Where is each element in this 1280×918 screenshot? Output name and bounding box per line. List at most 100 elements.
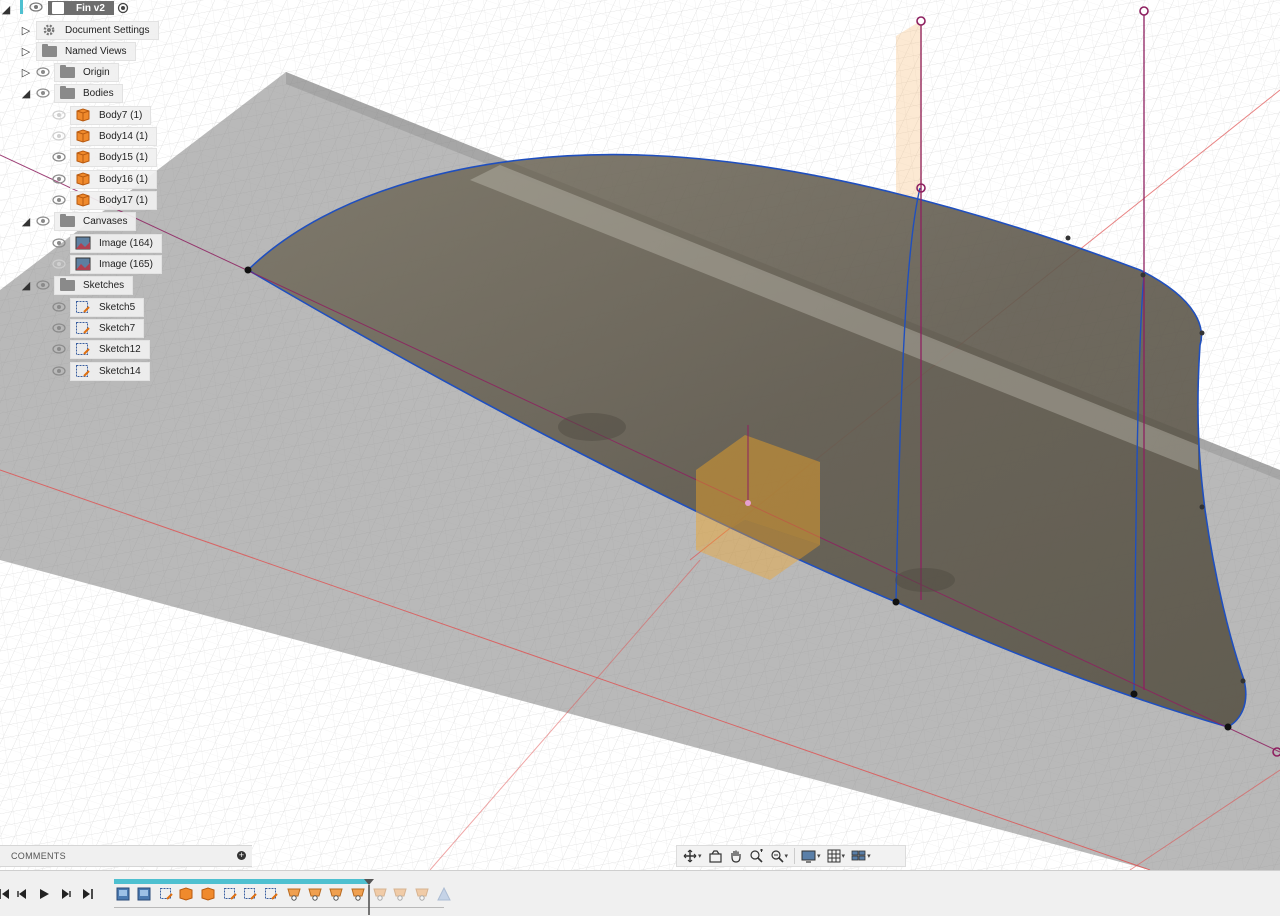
spline-point[interactable] — [1199, 504, 1205, 510]
timeline-feature-loft-icon[interactable] — [373, 887, 387, 901]
spline-point[interactable] — [1199, 330, 1205, 336]
profile-point[interactable] — [1224, 723, 1232, 731]
rail-handle-1[interactable] — [916, 16, 926, 26]
eye-icon[interactable] — [52, 343, 66, 355]
go-to-end-icon[interactable] — [80, 887, 96, 901]
browser-node-sketch12[interactable]: Sketch12 — [52, 339, 150, 359]
browser-node-chip[interactable]: Body16 (1) — [70, 169, 157, 189]
browser-node-bodies[interactable]: ◢ Bodies — [20, 83, 123, 103]
look-at-icon[interactable] — [708, 848, 723, 864]
eye-icon[interactable] — [52, 365, 66, 377]
browser-node-image-165[interactable]: Image (165) — [52, 254, 162, 274]
spline-point[interactable] — [1065, 235, 1071, 241]
browser-node-named-views[interactable]: ▷ Named Views — [20, 41, 136, 61]
eye-icon[interactable] — [52, 237, 66, 249]
browser-node-chip[interactable]: Document Settings — [36, 20, 159, 40]
step-forward-icon[interactable] — [58, 887, 74, 901]
browser-node-chip[interactable]: Named Views — [36, 41, 136, 61]
browser-node-chip[interactable]: Image (164) — [70, 233, 162, 253]
browser-root[interactable]: ◢ — [0, 0, 16, 18]
collapse-icon[interactable]: ◢ — [0, 2, 12, 16]
collapse-icon[interactable]: ◢ — [20, 278, 32, 292]
timeline-feature-sketch-icon[interactable] — [243, 887, 257, 901]
pan-icon[interactable] — [729, 848, 743, 864]
browser-node-body14-1[interactable]: Body14 (1) — [52, 126, 157, 146]
eye-icon[interactable] — [52, 322, 66, 334]
spline-point[interactable] — [1140, 272, 1146, 278]
eye-icon[interactable] — [52, 109, 66, 121]
browser-node-chip[interactable]: Body7 (1) — [70, 105, 152, 125]
expand-icon[interactable]: ▷ — [20, 44, 32, 58]
timeline-progress-track[interactable] — [114, 879, 370, 884]
zoom-window-icon[interactable] — [749, 848, 764, 864]
timeline-feature-loft-icon[interactable] — [308, 887, 322, 901]
step-back-icon[interactable] — [14, 887, 30, 901]
zoom-icon[interactable]: ▾ — [770, 848, 788, 864]
profile-point[interactable] — [892, 598, 900, 606]
viewports-icon[interactable]: ▾ — [851, 848, 871, 864]
browser-node-sketch7[interactable]: Sketch7 — [52, 318, 145, 338]
add-comment-icon[interactable]: + — [237, 851, 246, 860]
browser-node-chip[interactable]: Body15 (1) — [70, 147, 157, 167]
document-root-chip[interactable]: Fin v2 — [48, 1, 114, 15]
eye-icon[interactable] — [52, 258, 66, 270]
browser-node-chip[interactable]: Body17 (1) — [70, 190, 157, 210]
timeline-feature-loft-icon[interactable] — [287, 887, 301, 901]
eye-icon[interactable] — [29, 2, 43, 15]
expand-icon[interactable]: ▷ — [20, 65, 32, 79]
browser-node-chip[interactable]: Canvases — [54, 211, 137, 231]
timeline-feature-sketch-icon[interactable] — [223, 887, 237, 901]
browser-node-sketch14[interactable]: Sketch14 — [52, 361, 150, 381]
play-icon[interactable] — [36, 887, 52, 901]
eye-icon[interactable] — [52, 173, 66, 185]
go-to-start-icon[interactable] — [0, 887, 12, 901]
eye-icon[interactable] — [36, 66, 50, 78]
browser-node-body17-1[interactable]: Body17 (1) — [52, 190, 157, 210]
browser-node-origin[interactable]: ▷ Origin — [20, 62, 119, 82]
browser-node-sketches[interactable]: ◢ Sketches — [20, 275, 134, 295]
eye-icon[interactable] — [36, 215, 50, 227]
browser-node-chip[interactable]: Sketch7 — [70, 318, 145, 338]
orbit-icon[interactable]: ▾ — [683, 848, 702, 864]
rail-handle-2[interactable] — [1139, 6, 1149, 16]
eye-icon[interactable] — [52, 301, 66, 313]
browser-node-chip[interactable]: Origin — [54, 62, 119, 82]
browser-node-chip[interactable]: Sketches — [54, 275, 134, 295]
browser-node-chip[interactable]: Sketch14 — [70, 361, 150, 381]
browser-node-sketch5[interactable]: Sketch5 — [52, 297, 145, 317]
expand-icon[interactable]: ▷ — [20, 23, 32, 37]
timeline-feature-canvas-icon[interactable] — [116, 887, 130, 901]
eye-icon[interactable] — [52, 194, 66, 206]
collapse-icon[interactable]: ◢ — [20, 86, 32, 100]
browser-node-chip[interactable]: Bodies — [54, 83, 123, 103]
browser-node-body15-1[interactable]: Body15 (1) — [52, 147, 157, 167]
profile-point[interactable] — [1130, 690, 1138, 698]
collapse-icon[interactable]: ◢ — [20, 214, 32, 228]
browser-node-chip[interactable]: Image (165) — [70, 254, 162, 274]
grid-settings-icon[interactable]: ▾ — [827, 848, 845, 864]
timeline-feature-canvas-icon[interactable] — [137, 887, 151, 901]
comments-panel[interactable]: COMMENTS + — [0, 845, 252, 867]
display-settings-icon[interactable]: ▾ — [801, 848, 821, 864]
browser-node-body7-1[interactable]: Body7 (1) — [52, 105, 152, 125]
timeline-feature-sketch-icon[interactable] — [264, 887, 278, 901]
timeline-feature-body-icon[interactable] — [179, 887, 193, 901]
timeline-feature-loft-icon[interactable] — [329, 887, 343, 901]
spline-point[interactable] — [1240, 678, 1246, 684]
timeline-feature-loft-icon[interactable] — [393, 887, 407, 901]
timeline-feature-sketch-icon[interactable] — [437, 887, 451, 901]
browser-node-chip[interactable]: Sketch12 — [70, 339, 150, 359]
eye-icon[interactable] — [36, 87, 50, 99]
timeline-feature-loft-icon[interactable] — [351, 887, 365, 901]
eye-icon[interactable] — [36, 279, 50, 291]
browser-node-canvases[interactable]: ◢ Canvases — [20, 211, 137, 231]
browser-node-image-164[interactable]: Image (164) — [52, 233, 162, 253]
eye-icon[interactable] — [52, 130, 66, 142]
browser-node-body16-1[interactable]: Body16 (1) — [52, 169, 157, 189]
timeline-feature-body-icon[interactable] — [201, 887, 215, 901]
eye-icon[interactable] — [52, 151, 66, 163]
timeline-feature-sketch-icon[interactable] — [159, 887, 173, 901]
browser-node-document-settings[interactable]: ▷ Document Settings — [20, 20, 159, 40]
timeline-feature-loft-icon[interactable] — [415, 887, 429, 901]
activate-radio-icon[interactable] — [117, 2, 129, 17]
